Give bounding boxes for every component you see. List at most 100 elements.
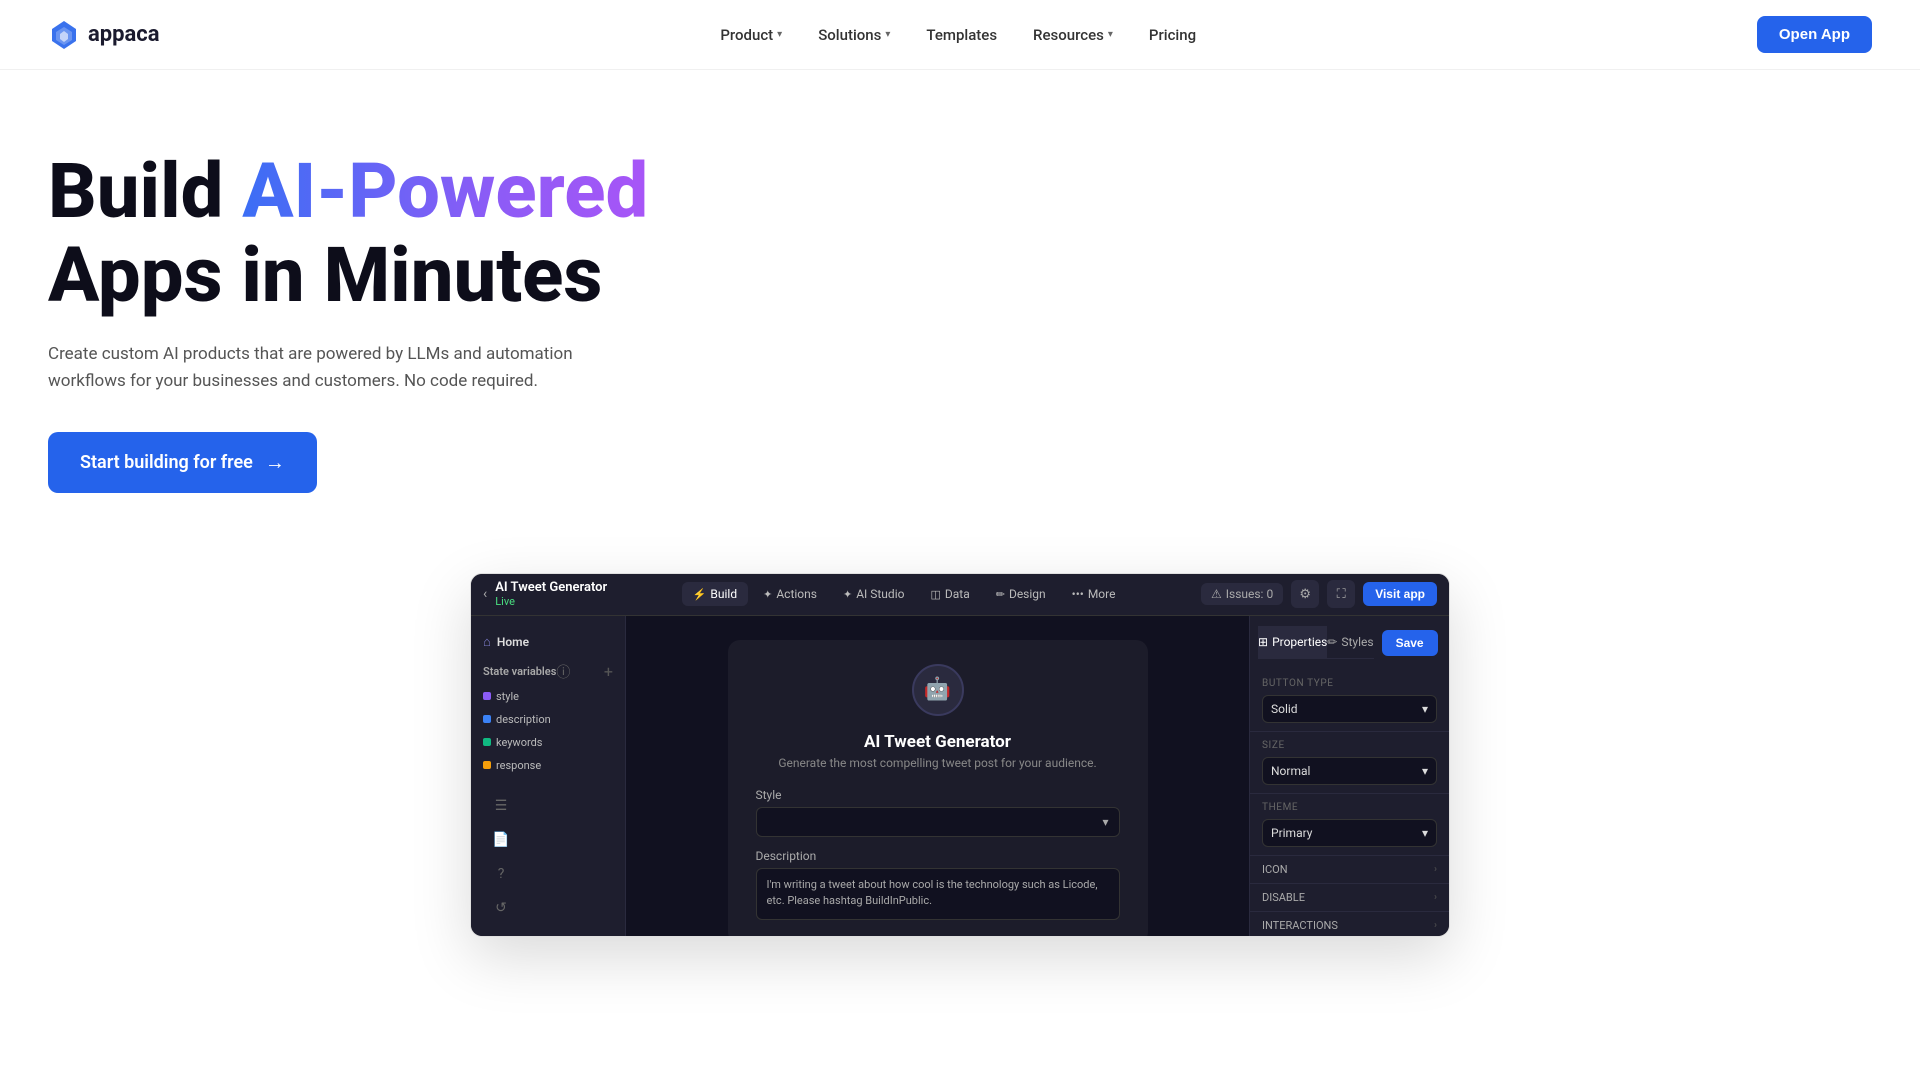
logo[interactable]: appaca <box>48 19 160 51</box>
app-window: ‹ AI Tweet Generator Live ⚡ Build ✦ Acti… <box>470 573 1450 937</box>
logo-icon <box>48 19 80 51</box>
theme-section: Theme Primary ▾ <box>1250 794 1449 856</box>
save-button[interactable]: Save <box>1382 630 1438 656</box>
sidebar-icon-refresh: ↺ <box>487 894 515 922</box>
interactions-arrow-icon: › <box>1434 920 1437 931</box>
tab-build-label: Build <box>710 587 737 601</box>
var-description[interactable]: description <box>471 709 625 730</box>
var-response[interactable]: response <box>471 755 625 776</box>
app-canvas: 🤖 AI Tweet Generator Generate the most c… <box>626 616 1249 936</box>
issues-count: Issues: 0 <box>1226 587 1273 601</box>
var-keywords[interactable]: keywords <box>471 732 625 753</box>
theme-select[interactable]: Primary ▾ <box>1262 819 1437 847</box>
disable-row[interactable]: DISABLE › <box>1250 884 1449 912</box>
chevron-down-icon: ▾ <box>885 29 890 40</box>
app-name: AI Tweet Generator <box>495 580 607 595</box>
sidebar-icon-nav: ☰ <box>487 792 515 820</box>
size-select[interactable]: Normal ▾ <box>1262 757 1437 785</box>
tab-ai-studio[interactable]: ✦ AI Studio <box>832 582 915 606</box>
state-variables-label: State variables <box>483 665 556 678</box>
tweet-app-title: AI Tweet Generator <box>756 732 1120 752</box>
issues-icon: ⚠ <box>1211 587 1222 601</box>
hero-section: Build AI-Powered Apps in Minutes Create … <box>0 70 1920 533</box>
open-app-button[interactable]: Open App <box>1757 16 1872 53</box>
build-icon: ⚡ <box>693 588 707 601</box>
button-type-chevron: ▾ <box>1422 702 1428 716</box>
tweet-app-subtitle: Generate the most compelling tweet post … <box>756 756 1120 770</box>
hero-title-gradient: AI-Powered <box>242 146 648 236</box>
nav-item-templates[interactable]: Templates <box>912 18 1011 52</box>
actions-icon: ✦ <box>763 588 772 601</box>
back-icon: ‹ <box>483 586 487 602</box>
disable-label: DISABLE <box>1262 891 1305 904</box>
button-type-label: Button type <box>1262 678 1437 689</box>
tab-ai-studio-label: AI Studio <box>856 587 904 601</box>
components-label: Components <box>471 930 625 937</box>
tab-data[interactable]: ◫ Data <box>919 582 980 606</box>
nav-item-product[interactable]: Product ▾ <box>706 18 796 52</box>
var-style[interactable]: style <box>471 686 625 707</box>
screenshot-section: ‹ AI Tweet Generator Live ⚡ Build ✦ Acti… <box>0 533 1920 937</box>
visit-app-button[interactable]: Visit app <box>1363 582 1437 606</box>
style-field-label: Style <box>756 788 1120 802</box>
style-select[interactable]: ▾ <box>756 807 1120 837</box>
disable-arrow-icon: › <box>1434 892 1437 903</box>
app-title-block: AI Tweet Generator Live <box>495 580 607 608</box>
fullscreen-icon[interactable]: ⛶ <box>1327 580 1355 608</box>
settings-icon[interactable]: ⚙ <box>1291 580 1319 608</box>
chevron-down-icon: ▾ <box>777 29 782 40</box>
button-type-select[interactable]: Solid ▾ <box>1262 695 1437 723</box>
description-textarea[interactable]: I'm writing a tweet about how cool is th… <box>756 868 1120 920</box>
tab-design[interactable]: ✏ Design <box>985 582 1057 606</box>
panel-header-row: ⊞ Properties ✏ Styles Save <box>1250 616 1449 670</box>
nav-item-solutions[interactable]: Solutions ▾ <box>804 18 904 52</box>
interactions-label: INTERACTIONS <box>1262 919 1338 932</box>
var-name-description: description <box>496 713 551 726</box>
description-field-label: Description <box>756 849 1120 863</box>
nav-item-resources[interactable]: Resources ▾ <box>1019 18 1127 52</box>
hero-subtitle: Create custom AI products that are power… <box>48 341 648 395</box>
styles-label: Styles <box>1341 635 1373 649</box>
tab-actions-label: Actions <box>776 587 817 601</box>
tweet-app-card: 🤖 AI Tweet Generator Generate the most c… <box>728 640 1148 936</box>
panel-tabs: ⊞ Properties ✏ Styles <box>1258 626 1374 659</box>
app-topbar-left: ‹ AI Tweet Generator Live <box>483 580 607 608</box>
theme-value: Primary <box>1271 826 1312 840</box>
app-topbar: ‹ AI Tweet Generator Live ⚡ Build ✦ Acti… <box>471 574 1449 616</box>
interactions-row[interactable]: INTERACTIONS › <box>1250 912 1449 936</box>
back-button[interactable]: ‹ <box>483 586 487 602</box>
sidebar-home[interactable]: ⌂ Home <box>471 628 625 656</box>
tab-properties[interactable]: ⊞ Properties <box>1258 626 1327 658</box>
tab-actions[interactable]: ✦ Actions <box>752 582 828 606</box>
tab-build[interactable]: ⚡ Build <box>682 582 748 606</box>
state-variables-info-icon: ⓘ <box>556 662 570 682</box>
app-sidebar: ⌂ Home State variables ⓘ + style <box>471 616 626 936</box>
icon-row[interactable]: ICON › <box>1250 856 1449 884</box>
tab-design-label: Design <box>1009 587 1046 601</box>
size-section: Size Normal ▾ <box>1250 732 1449 794</box>
button-type-value: Solid <box>1271 702 1298 716</box>
cta-button[interactable]: Start building for free → <box>48 432 317 493</box>
data-icon: ◫ <box>930 588 940 601</box>
theme-label: Theme <box>1262 802 1437 813</box>
properties-icon: ⊞ <box>1258 635 1268 649</box>
var-name-response: response <box>496 759 541 772</box>
add-variable-icon[interactable]: + <box>604 662 613 681</box>
var-dot-response <box>483 761 491 769</box>
home-icon: ⌂ <box>483 634 491 650</box>
nav-item-pricing[interactable]: Pricing <box>1135 18 1210 52</box>
var-dot-keywords <box>483 738 491 746</box>
app-right-panel: ⊞ Properties ✏ Styles Save Button type S… <box>1249 616 1449 936</box>
hero-title-plain: Build <box>48 146 242 236</box>
tab-styles[interactable]: ✏ Styles <box>1327 626 1373 658</box>
size-chevron: ▾ <box>1422 764 1428 778</box>
app-topbar-right: ⚠ Issues: 0 ⚙ ⛶ Visit app <box>1201 580 1437 608</box>
design-icon: ✏ <box>996 588 1005 601</box>
tab-more[interactable]: ••• More <box>1061 582 1127 606</box>
nav-links: Product ▾ Solutions ▾ Templates Resource… <box>706 18 1210 52</box>
chevron-down-icon: ▾ <box>1108 29 1113 40</box>
ai-studio-icon: ✦ <box>843 588 852 601</box>
description-value: I'm writing a tweet about how cool is th… <box>767 878 1098 908</box>
var-dot-style <box>483 692 491 700</box>
arrow-right-icon: → <box>265 450 285 475</box>
